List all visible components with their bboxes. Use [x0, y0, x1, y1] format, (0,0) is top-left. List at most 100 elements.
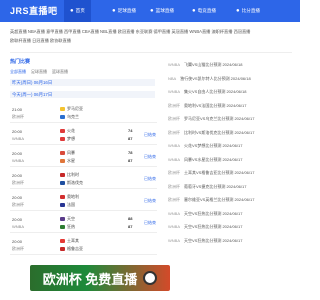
- team-flag-icon: [60, 239, 65, 243]
- match-time: 21:00: [12, 107, 23, 112]
- match-league: 欧洲杯: [12, 246, 24, 251]
- team-flag-icon: [60, 181, 65, 185]
- home-score: 88: [128, 216, 133, 221]
- team-flag-icon: [60, 217, 65, 221]
- away-team-name: 法国: [67, 202, 75, 207]
- match-row[interactable]: 21:00 欧洲杯 罗马尼亚 乌克兰: [10, 103, 157, 123]
- prediction-tag: 欧洲杯: [168, 170, 180, 175]
- prediction-item[interactable]: 欧洲杯 葡萄牙VS捷克比分预测 2024/06/17: [168, 184, 292, 190]
- match-time: 20:00: [12, 173, 23, 178]
- match-time: 20:00: [12, 129, 23, 134]
- match-league: WNBA: [12, 224, 24, 229]
- nav-item-3[interactable]: ● 电竞直播: [192, 0, 216, 22]
- home-team: 天空: [60, 216, 75, 222]
- team-flag-icon: [60, 151, 65, 155]
- hot-tab-1[interactable]: 足球直播: [31, 69, 47, 75]
- prediction-text: 土耳其VS格鲁吉亚比分预测 2024/06/17: [184, 170, 255, 175]
- euro-banner[interactable]: 欧洲杯 免费直播: [30, 265, 170, 291]
- prediction-text: 风暴VS水星比分预测 2024/06/17: [184, 156, 243, 162]
- nav-item-0[interactable]: ● 首页: [64, 0, 91, 22]
- tag-row[interactable]: 欧联杯直播 日冠直播 欧协联直播: [10, 38, 71, 44]
- team-flag-icon: [60, 247, 65, 251]
- prediction-tag: 欧洲杯: [168, 183, 180, 189]
- prediction-item[interactable]: 欧洲杯 罗马尼亚VS乌克兰比分预测 2024/06/17: [168, 116, 292, 122]
- prediction-item[interactable]: WNBA 火花VS梦想比分预测 2024/06/17: [168, 143, 292, 149]
- prediction-item[interactable]: 欧洲杯 塞尔维亚VS英格兰比分预测 2024/06/17: [168, 197, 292, 203]
- prediction-item[interactable]: 欧洲杯 土耳其VS格鲁吉亚比分预测 2024/06/17: [168, 170, 292, 176]
- home-team-name: 罗马尼亚: [67, 106, 83, 111]
- prediction-item[interactable]: WNBA 天空VS狂热比分预测 2024/06/17: [168, 211, 292, 217]
- prediction-text: 罗马尼亚VS乌克兰比分预测 2024/06/17: [184, 116, 255, 121]
- team-flag-icon: [60, 225, 65, 229]
- prediction-item[interactable]: WNBA 天空VS狂热比分预测 2024/06/17: [168, 224, 292, 230]
- home-team: 奥地利: [60, 194, 79, 200]
- team-flag-icon: [60, 203, 65, 207]
- team-flag-icon: [60, 195, 65, 199]
- prediction-text: 比利时VS斯洛伐克比分预测 2024/06/17: [184, 129, 255, 135]
- prediction-text: 飞翼VS山猫比分预测 2024/06/18: [184, 62, 243, 67]
- prediction-item[interactable]: 欧洲杯 比利时VS斯洛伐克比分预测 2024/06/17: [168, 130, 292, 136]
- prediction-item[interactable]: WNBA 风暴VS水星比分预测 2024/06/17: [168, 157, 292, 163]
- nav-item-2[interactable]: ● 篮球直播: [150, 0, 174, 22]
- prediction-tag: WNBA: [168, 237, 180, 243]
- hot-matches-title: 热门比赛: [10, 59, 31, 65]
- prediction-tag: WNBA: [168, 224, 180, 229]
- home-team-name: 土耳其: [67, 238, 79, 243]
- match-row[interactable]: 20:00 WNBA 风暴 水星 78 87 已结束: [10, 147, 157, 167]
- hot-tabs: 全部直播 足球直播 篮球直播: [10, 69, 160, 75]
- away-score: 87: [128, 136, 133, 141]
- away-score: 87: [128, 158, 133, 163]
- day-header[interactable]: 昨天(周日) 06月16日: [10, 79, 155, 86]
- prediction-tag: NBA: [168, 75, 177, 81]
- team-flag-icon: [60, 173, 65, 177]
- basketball-icon: ●: [150, 8, 154, 14]
- match-league: 欧洲杯: [12, 180, 24, 185]
- match-row[interactable]: 20:00 WNBA 火花 梦想 74 87 已结束: [10, 125, 157, 145]
- away-team-name: 乌克兰: [67, 114, 79, 119]
- home-team: 罗马尼亚: [60, 106, 83, 112]
- match-row[interactable]: 20:00 欧洲杯 奥地利 法国 已结束: [10, 191, 157, 211]
- away-team-name: 狂热: [67, 224, 75, 229]
- prediction-tag: 欧洲杯: [168, 197, 180, 202]
- nav-item-1[interactable]: ● 足球直播: [112, 0, 136, 22]
- hot-tab-2[interactable]: 篮球直播: [52, 69, 68, 75]
- match-league: WNBA: [12, 136, 24, 141]
- esports-icon: ●: [192, 8, 196, 14]
- football-icon: ●: [112, 8, 116, 14]
- soccer-ball-icon: [143, 271, 158, 285]
- home-team-name: 奥地利: [67, 194, 79, 199]
- away-team: 水星: [60, 158, 75, 164]
- away-team: 乌克兰: [60, 114, 79, 120]
- home-team: 风暴: [60, 150, 75, 156]
- match-row[interactable]: 20:00 欧洲杯 土耳其 格鲁吉亚: [10, 235, 157, 255]
- prediction-text: 葡萄牙VS捷克比分预测 2024/06/17: [184, 183, 247, 189]
- prediction-text: 火花VS梦想比分预测 2024/06/17: [184, 143, 243, 148]
- home-team-name: 比利时: [67, 172, 79, 177]
- match-league: 欧洲杯: [12, 202, 24, 207]
- prediction-item[interactable]: 欧洲杯 奥地利VS法国比分预测 2024/06/17: [168, 103, 292, 109]
- prediction-text: 独行侠VS凯尔特人比分预测 2024/06/18: [180, 75, 251, 81]
- match-row[interactable]: 20:00 欧洲杯 比利时 斯洛伐克 已结束: [10, 169, 157, 189]
- match-time: 20:00: [12, 151, 23, 156]
- banner-text: 欧洲杯 免费直播: [42, 271, 138, 287]
- tag-row[interactable]: 英超直播 NBA直播 意甲直播 西甲直播 CBA直播 NBL直播 欧冠直播 东亚…: [10, 29, 250, 35]
- prediction-item[interactable]: NBA 独行侠VS凯尔特人比分预测 2024/06/18: [168, 76, 292, 82]
- prediction-tag: WNBA: [168, 89, 180, 94]
- away-team-name: 斯洛伐克: [67, 180, 83, 185]
- site-logo[interactable]: JRS直播吧: [10, 4, 58, 17]
- day-header[interactable]: 今天(周一) 06月17日: [10, 91, 155, 98]
- prediction-tag: 欧洲杯: [168, 129, 180, 135]
- away-team: 狂热: [60, 224, 75, 230]
- away-team-name: 水星: [67, 158, 75, 163]
- prediction-text: 集火VS自由人比分预测 2024/06/18: [184, 89, 247, 94]
- prediction-text: 天空VS狂热比分预测 2024/06/17: [184, 210, 243, 216]
- nav-item-4[interactable]: ● 比分直播: [236, 0, 260, 22]
- prediction-text: 天空VS狂热比分预测 2024/06/17: [184, 224, 243, 229]
- prediction-item[interactable]: WNBA 飞翼VS山猫比分预测 2024/06/18: [168, 62, 292, 68]
- hot-tab-0[interactable]: 全部直播: [10, 69, 26, 75]
- prediction-item[interactable]: WNBA 集火VS自由人比分预测 2024/06/18: [168, 89, 292, 95]
- match-row[interactable]: 20:00 WNBA 天空 狂热 88 87 已结束: [10, 213, 157, 233]
- away-team: 格鲁吉亚: [60, 246, 83, 252]
- prediction-item[interactable]: WNBA 天空VS狂热比分预测 2024/06/17: [168, 238, 292, 244]
- home-team: 比利时: [60, 172, 79, 178]
